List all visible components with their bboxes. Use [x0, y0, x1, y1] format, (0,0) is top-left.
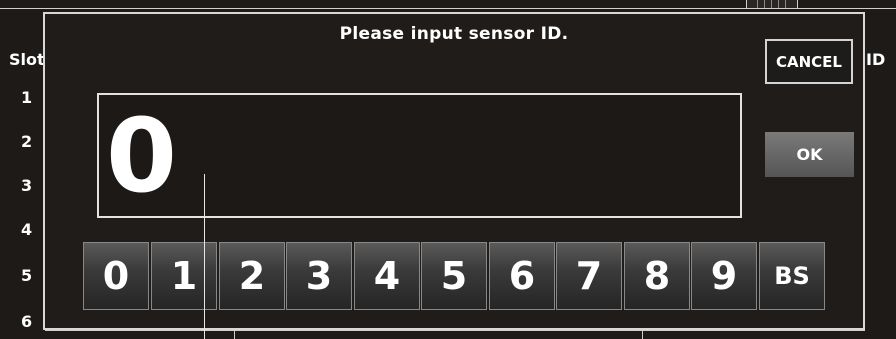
background-divider	[234, 330, 235, 339]
key-1[interactable]: 1	[151, 242, 217, 310]
dialog-prompt: Please input sensor ID.	[339, 24, 569, 44]
backspace-key[interactable]: BS	[759, 242, 825, 310]
slot-number: 4	[21, 220, 33, 239]
sensor-id-dialog: Please input sensor ID. CANCEL OK 0 0 1 …	[43, 12, 865, 330]
background-bottom-border	[45, 330, 865, 331]
callout-pointer-line	[204, 174, 205, 339]
slot-number: 6	[21, 312, 33, 331]
slot-column-header: Slot	[9, 50, 45, 69]
ok-button[interactable]: OK	[765, 132, 854, 177]
slot-number: 3	[21, 176, 33, 195]
slot-number: 1	[21, 88, 33, 107]
key-7[interactable]: 7	[556, 242, 622, 310]
slot-number: 5	[21, 266, 33, 285]
key-6[interactable]: 6	[489, 242, 555, 310]
background-divider	[642, 330, 643, 339]
sensor-id-value: 0	[106, 97, 177, 216]
key-0[interactable]: 0	[83, 242, 149, 310]
key-5[interactable]: 5	[421, 242, 487, 310]
key-8[interactable]: 8	[624, 242, 690, 310]
sensor-id-input[interactable]: 0	[97, 93, 742, 218]
key-2[interactable]: 2	[219, 242, 285, 310]
slot-number: 2	[21, 132, 33, 151]
background-scroll-handle	[746, 0, 798, 9]
cancel-button[interactable]: CANCEL	[765, 39, 853, 84]
numeric-keypad: 0 1 2 3 4 5 6 7 8 9 BS	[83, 242, 825, 310]
key-4[interactable]: 4	[354, 242, 420, 310]
id-column-header: ID	[866, 50, 886, 69]
key-3[interactable]: 3	[286, 242, 352, 310]
key-9[interactable]: 9	[691, 242, 757, 310]
